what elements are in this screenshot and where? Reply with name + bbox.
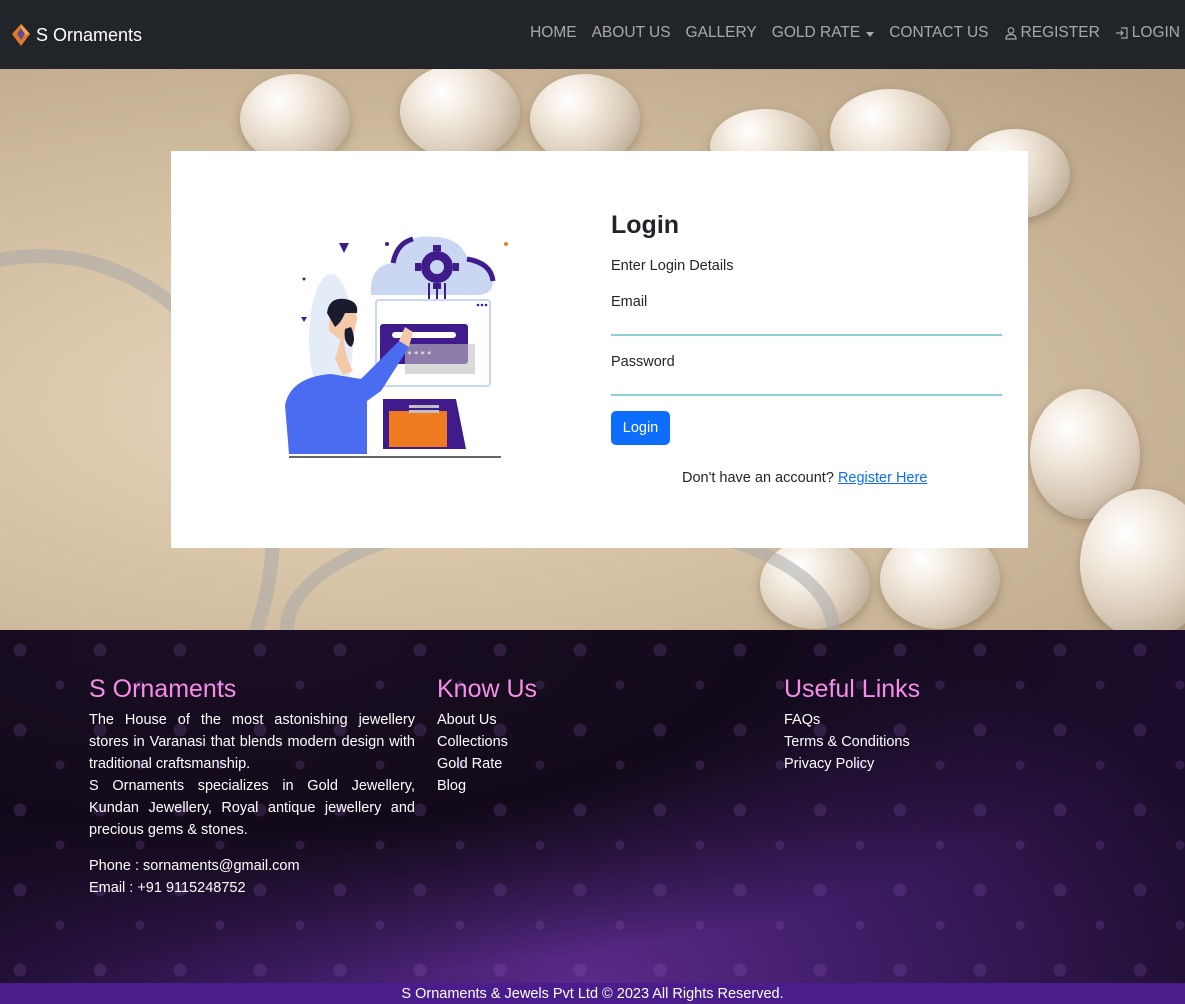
password-field[interactable] xyxy=(611,368,1002,396)
login-icon xyxy=(1115,27,1128,39)
footer-brand-heading: S Ornaments xyxy=(89,675,237,703)
brand-link[interactable]: S Ornaments xyxy=(10,22,142,48)
footer-link-privacy[interactable]: Privacy Policy xyxy=(784,753,1084,775)
user-icon xyxy=(1004,27,1017,40)
footer-useful-links-heading: Useful Links xyxy=(784,675,921,703)
footer-link-collections[interactable]: Collections xyxy=(437,731,737,753)
footer-phone: Phone : sornaments@gmail.com xyxy=(89,858,300,874)
navbar: S Ornaments HOME ABOUT US GALLERY GOLD R… xyxy=(0,0,1185,69)
nav-about[interactable]: ABOUT US xyxy=(592,24,671,42)
brand-name: S Ornaments xyxy=(36,24,143,45)
nav-gold-rate-label: GOLD RATE xyxy=(771,24,861,41)
nav-contact[interactable]: CONTACT US xyxy=(889,24,988,42)
register-link[interactable]: Register Here xyxy=(838,470,927,486)
login-card: * * * * * Login Enter Login Details Emai… xyxy=(171,151,1028,548)
email-field[interactable] xyxy=(611,308,1002,336)
footer-know-us-heading: Know Us xyxy=(437,675,538,703)
hero-background: * * * * * Login Enter Login Details Emai… xyxy=(0,69,1185,630)
login-title: Login xyxy=(611,211,680,239)
footer: S Ornaments The House of the most astoni… xyxy=(0,630,1185,983)
nav-register[interactable]: REGISTER xyxy=(1004,24,1100,42)
footer-link-terms[interactable]: Terms & Conditions xyxy=(784,731,1084,753)
login-illustration: * * * * * xyxy=(285,236,508,458)
nav-register-label: REGISTER xyxy=(1020,24,1100,41)
nav-login-label: LOGIN xyxy=(1131,24,1180,41)
nav-gold-rate-dropdown[interactable]: GOLD RATE xyxy=(771,24,875,42)
footer-link-about-us[interactable]: About Us xyxy=(437,709,737,731)
caret-down-icon xyxy=(866,31,875,37)
nav-login[interactable]: LOGIN xyxy=(1115,24,1180,42)
footer-about-text-1: The House of the most astonishing jewell… xyxy=(89,712,415,772)
footer-link-gold-rate[interactable]: Gold Rate xyxy=(437,753,737,775)
diamond-logo-icon xyxy=(12,24,30,46)
login-button[interactable]: Login xyxy=(611,411,670,445)
register-prompt: Don't have an account? Register Here xyxy=(682,470,927,486)
nav-home[interactable]: HOME xyxy=(530,24,577,42)
login-subtitle: Enter Login Details xyxy=(611,258,734,274)
footer-about-column: S Ornaments The House of the most astoni… xyxy=(89,674,415,899)
footer-about-text-2: S Ornaments specializes in Gold Jeweller… xyxy=(89,778,415,838)
copyright-bar: S Ornaments & Jewels Pvt Ltd © 2023 All … xyxy=(0,983,1185,1004)
footer-link-blog[interactable]: Blog xyxy=(437,775,737,797)
nav-menu: HOME ABOUT US GALLERY GOLD RATE CONTACT … xyxy=(530,24,1180,42)
footer-useful-links-column: Useful Links FAQs Terms & Conditions Pri… xyxy=(784,674,1084,775)
footer-know-us-column: Know Us About Us Collections Gold Rate B… xyxy=(437,674,737,797)
nav-gallery[interactable]: GALLERY xyxy=(686,24,757,42)
footer-link-faqs[interactable]: FAQs xyxy=(784,709,1084,731)
footer-email: Email : +91 9115248752 xyxy=(89,880,246,896)
pearl-decoration xyxy=(400,69,520,159)
no-account-text: Don't have an account? xyxy=(682,470,834,486)
